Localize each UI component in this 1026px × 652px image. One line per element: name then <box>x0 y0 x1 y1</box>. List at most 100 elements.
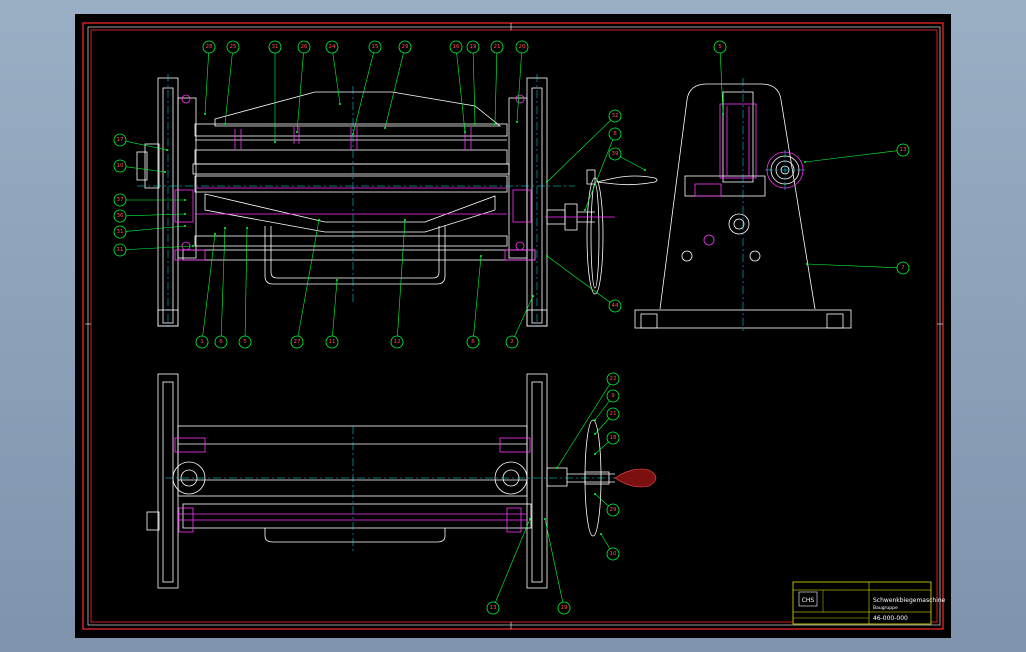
balloon-label: 27 <box>294 339 301 345</box>
leader-line <box>804 149 904 163</box>
leader-dot <box>806 263 808 265</box>
drawing-subtitle: Baugruppe <box>873 605 898 611</box>
leader-line <box>220 227 226 343</box>
balloon-label: 10 <box>117 163 124 169</box>
leader-line <box>352 46 376 135</box>
leader-dot <box>274 141 276 143</box>
front-view <box>136 77 658 327</box>
balloon-label: 1 <box>200 339 204 345</box>
leader-line <box>296 219 320 343</box>
leader-dot <box>494 123 496 125</box>
balloon-label: 28 <box>206 44 213 50</box>
leader-line <box>806 263 904 269</box>
balloon-label: 32 <box>612 113 619 119</box>
balloon-label: 6 <box>471 339 475 345</box>
balloon-label: 10 <box>610 551 617 557</box>
leader-line <box>472 46 476 125</box>
leader-dot <box>318 219 320 221</box>
leader-dot <box>546 255 548 257</box>
leader-dot <box>594 433 596 435</box>
balloon-label: 11 <box>117 247 124 253</box>
leader-dot <box>336 279 338 281</box>
balloon-label: 36 <box>117 213 124 219</box>
leader-dot <box>164 171 166 173</box>
leader-line <box>384 46 406 129</box>
leader-line <box>119 245 194 251</box>
leader-dot <box>404 219 406 221</box>
leader-line <box>224 46 234 125</box>
leader-dot <box>529 518 531 520</box>
balloon-label: 5 <box>243 339 247 345</box>
leader-line <box>396 219 406 343</box>
balloon-label: 9 <box>611 393 615 399</box>
leader-dot <box>184 225 186 227</box>
leader-line <box>544 518 565 609</box>
leader-line <box>119 139 168 151</box>
logo-text: CHS <box>802 597 815 604</box>
leader-dot <box>544 518 546 520</box>
balloon-label: 24 <box>329 44 336 50</box>
leader-line <box>455 46 466 133</box>
leader-dot <box>352 133 354 135</box>
leader-dot <box>224 227 226 229</box>
balloon-label: 29 <box>402 44 409 50</box>
leader-dot <box>644 169 646 171</box>
balloon-label: 39 <box>612 151 619 157</box>
leader-dot <box>464 131 466 133</box>
leader-line <box>119 225 186 233</box>
balloon-label: 31 <box>272 44 279 50</box>
leader-dot <box>296 131 298 133</box>
leader-dot <box>184 213 186 215</box>
balloon-label: 26 <box>301 44 308 50</box>
drawing-number: 46-000-000 <box>873 615 908 622</box>
balloon-label: 25 <box>230 44 237 50</box>
leader-dot <box>556 467 558 469</box>
balloon-label: 16 <box>453 44 460 50</box>
balloon-label: 31 <box>117 229 124 235</box>
leader-dot <box>804 161 806 163</box>
drawing-viewport[interactable]: 28 25 31 26 24 15 29 16 19 21 20 17 10 37 36 31 11 32 8 39 4… <box>75 14 951 638</box>
leader-line <box>494 46 498 125</box>
leader-line <box>584 133 616 211</box>
balloon-label: 2 <box>510 339 514 345</box>
leader-line <box>244 227 248 343</box>
leader-line <box>546 115 616 183</box>
leader-line <box>546 255 616 307</box>
top-view-hidden <box>174 437 655 533</box>
balloon-label: 29 <box>610 507 617 513</box>
balloon-label: 15 <box>372 44 379 50</box>
top-view-centerlines <box>165 426 635 554</box>
handle-grip <box>614 468 657 488</box>
leader-dot <box>192 245 194 247</box>
leader-dot <box>594 493 596 495</box>
side-view-centerlines <box>742 78 805 332</box>
leader-dot <box>339 103 341 105</box>
balloon-label: 37 <box>117 197 124 203</box>
balloon-label: 6 <box>219 339 223 345</box>
balloon-label: 22 <box>610 376 617 382</box>
cad-drawing: 28 25 31 26 24 15 29 16 19 21 20171037363111328394… <box>82 22 946 630</box>
balloon-label: 21 <box>494 44 501 50</box>
balloon-label: 13 <box>900 147 907 153</box>
leader-dot <box>204 113 206 115</box>
leader-dot <box>584 209 586 211</box>
leader-line <box>472 255 482 343</box>
leader-dot <box>214 233 216 235</box>
leader-dot <box>600 533 602 535</box>
leader-dot <box>516 121 518 123</box>
sheet-frame <box>82 22 944 630</box>
front-view-hidden <box>174 94 615 261</box>
leader-dot <box>184 199 186 201</box>
drawing-title: Schwenkbiegemaschine <box>873 597 946 604</box>
leader-line <box>511 295 534 343</box>
balloon-label: 11 <box>329 339 336 345</box>
top-view <box>146 373 615 589</box>
leader-dot <box>546 181 548 183</box>
balloon-label: 20 <box>519 44 526 50</box>
balloon-label: 17 <box>117 137 124 143</box>
leader-dot <box>532 295 534 297</box>
leader-dot <box>722 113 724 115</box>
title-block: CHS Schwenkbiegemaschine Baugruppe 46-00… <box>792 581 946 625</box>
leader-dot <box>480 255 482 257</box>
leader-dot <box>474 123 476 125</box>
